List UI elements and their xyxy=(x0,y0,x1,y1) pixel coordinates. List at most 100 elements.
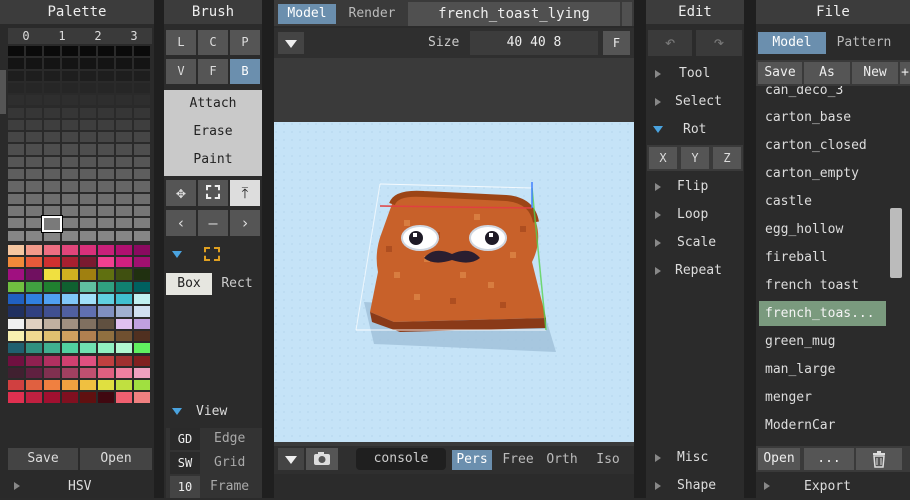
palette-swatch[interactable] xyxy=(44,281,60,292)
palette-swatch[interactable] xyxy=(80,119,96,131)
edit-flip[interactable]: Flip xyxy=(655,173,751,201)
edit-rot[interactable]: Rot xyxy=(653,116,749,144)
palette-swatch[interactable] xyxy=(26,294,42,305)
palette-swatch[interactable] xyxy=(62,181,78,192)
palette-swatch[interactable] xyxy=(8,318,24,329)
proj-free[interactable]: Free xyxy=(498,450,538,470)
palette-tab-0[interactable]: 0 xyxy=(8,28,44,44)
palette-swatch[interactable] xyxy=(62,294,78,305)
palette-swatch[interactable] xyxy=(44,343,60,354)
palette-swatch[interactable] xyxy=(134,46,150,57)
palette-swatch[interactable] xyxy=(8,82,24,94)
palette-swatch[interactable] xyxy=(134,82,150,94)
palette-swatch[interactable] xyxy=(134,318,150,329)
palette-swatch[interactable] xyxy=(98,193,114,204)
proj-iso[interactable]: Iso xyxy=(588,450,628,470)
palette-swatch[interactable] xyxy=(134,205,150,217)
palette-swatch[interactable] xyxy=(26,230,42,241)
palette-swatch[interactable] xyxy=(8,181,24,192)
rot-y-button[interactable]: Y xyxy=(681,147,709,169)
brush-paint-button[interactable]: Paint xyxy=(164,146,262,174)
list-item[interactable]: fireball xyxy=(759,245,886,270)
palette-swatch[interactable] xyxy=(98,156,114,167)
palette-swatch[interactable] xyxy=(80,294,96,305)
palette-swatch[interactable] xyxy=(26,58,42,69)
view-row-edge[interactable]: GD Edge xyxy=(166,428,262,450)
palette-swatch[interactable] xyxy=(80,269,96,280)
palette-swatch[interactable] xyxy=(98,119,114,131)
palette-swatch[interactable] xyxy=(80,70,96,81)
filename-field[interactable]: french_toast_lying xyxy=(408,2,620,26)
minus-icon[interactable]: – xyxy=(198,210,228,236)
box-toggle-button[interactable]: Box xyxy=(166,273,212,295)
palette-swatch[interactable] xyxy=(62,169,78,180)
palette-swatch[interactable] xyxy=(26,46,42,57)
palette-swatch[interactable] xyxy=(62,244,78,256)
palette-swatch[interactable] xyxy=(80,95,96,106)
palette-swatch[interactable] xyxy=(44,156,60,167)
rot-z-button[interactable]: Z xyxy=(713,147,741,169)
palette-swatch[interactable] xyxy=(62,281,78,292)
view-row-frame[interactable]: 10 Frame xyxy=(166,476,262,498)
proj-orth[interactable]: Orth xyxy=(542,450,582,470)
palette-swatch[interactable] xyxy=(80,169,96,180)
palette-swatch[interactable] xyxy=(98,58,114,69)
palette-tab-1[interactable]: 1 xyxy=(44,28,80,44)
undo-button[interactable]: ↶ xyxy=(648,30,692,56)
palette-swatch[interactable] xyxy=(116,330,132,342)
palette-swatch[interactable] xyxy=(80,306,96,317)
palette-swatch[interactable] xyxy=(8,281,24,292)
tab-model[interactable]: Model xyxy=(278,4,336,24)
palette-swatch[interactable] xyxy=(134,269,150,280)
list-item-selected[interactable]: french_toas... xyxy=(759,301,886,326)
palette-swatch[interactable] xyxy=(80,181,96,192)
palette-swatch[interactable] xyxy=(62,306,78,317)
palette-swatch[interactable] xyxy=(8,294,24,305)
palette-tab-3[interactable]: 3 xyxy=(116,28,152,44)
brush-erase-button[interactable]: Erase xyxy=(164,118,262,146)
palette-swatch[interactable] xyxy=(116,70,132,81)
palette-swatch[interactable] xyxy=(44,294,60,305)
palette-swatch[interactable] xyxy=(8,205,24,217)
palette-swatch[interactable] xyxy=(134,132,150,143)
palette-swatch[interactable] xyxy=(116,294,132,305)
file-open-button[interactable]: Open xyxy=(758,448,800,470)
palette-swatch[interactable] xyxy=(116,82,132,94)
edit-select[interactable]: Select xyxy=(655,88,751,116)
palette-swatch[interactable] xyxy=(80,343,96,354)
palette-swatch[interactable] xyxy=(80,132,96,143)
palette-swatch[interactable] xyxy=(44,355,60,366)
palette-swatch[interactable] xyxy=(116,107,132,118)
list-item[interactable]: carton_empty xyxy=(759,161,886,186)
palette-swatch[interactable] xyxy=(62,218,78,229)
list-item[interactable]: man_large xyxy=(759,357,886,382)
palette-swatch[interactable] xyxy=(26,318,42,329)
brush-attach-button[interactable]: Attach xyxy=(164,90,262,118)
rot-x-button[interactable]: X xyxy=(649,147,677,169)
palette-swatch[interactable] xyxy=(116,367,132,379)
palette-swatch[interactable] xyxy=(80,355,96,366)
palette-swatch[interactable] xyxy=(80,156,96,167)
palette-swatch[interactable] xyxy=(44,306,60,317)
palette-swatch[interactable] xyxy=(44,392,60,403)
palette-swatch[interactable] xyxy=(26,107,42,118)
brush-mode-L[interactable]: L xyxy=(166,30,196,55)
palette-swatch[interactable] xyxy=(62,95,78,106)
palette-swatch[interactable] xyxy=(98,144,114,155)
palette-swatch[interactable] xyxy=(26,269,42,280)
brush-shape-row[interactable] xyxy=(172,246,260,264)
file-tab-pattern[interactable]: Pattern xyxy=(830,32,898,54)
palette-swatch[interactable] xyxy=(116,132,132,143)
bottom-menu-button[interactable] xyxy=(278,448,304,470)
palette-swatch[interactable] xyxy=(26,70,42,81)
palette-swatch[interactable] xyxy=(8,355,24,366)
palette-swatch[interactable] xyxy=(62,46,78,57)
palette-swatch[interactable] xyxy=(116,58,132,69)
palette-grid[interactable] xyxy=(8,46,152,446)
size-input[interactable]: 40 40 8 xyxy=(470,31,598,55)
palette-selected-swatch[interactable] xyxy=(41,215,63,234)
palette-save-button[interactable]: Save xyxy=(8,448,78,470)
palette-swatch[interactable] xyxy=(134,58,150,69)
palette-swatch[interactable] xyxy=(8,306,24,317)
palette-swatch[interactable] xyxy=(98,306,114,317)
